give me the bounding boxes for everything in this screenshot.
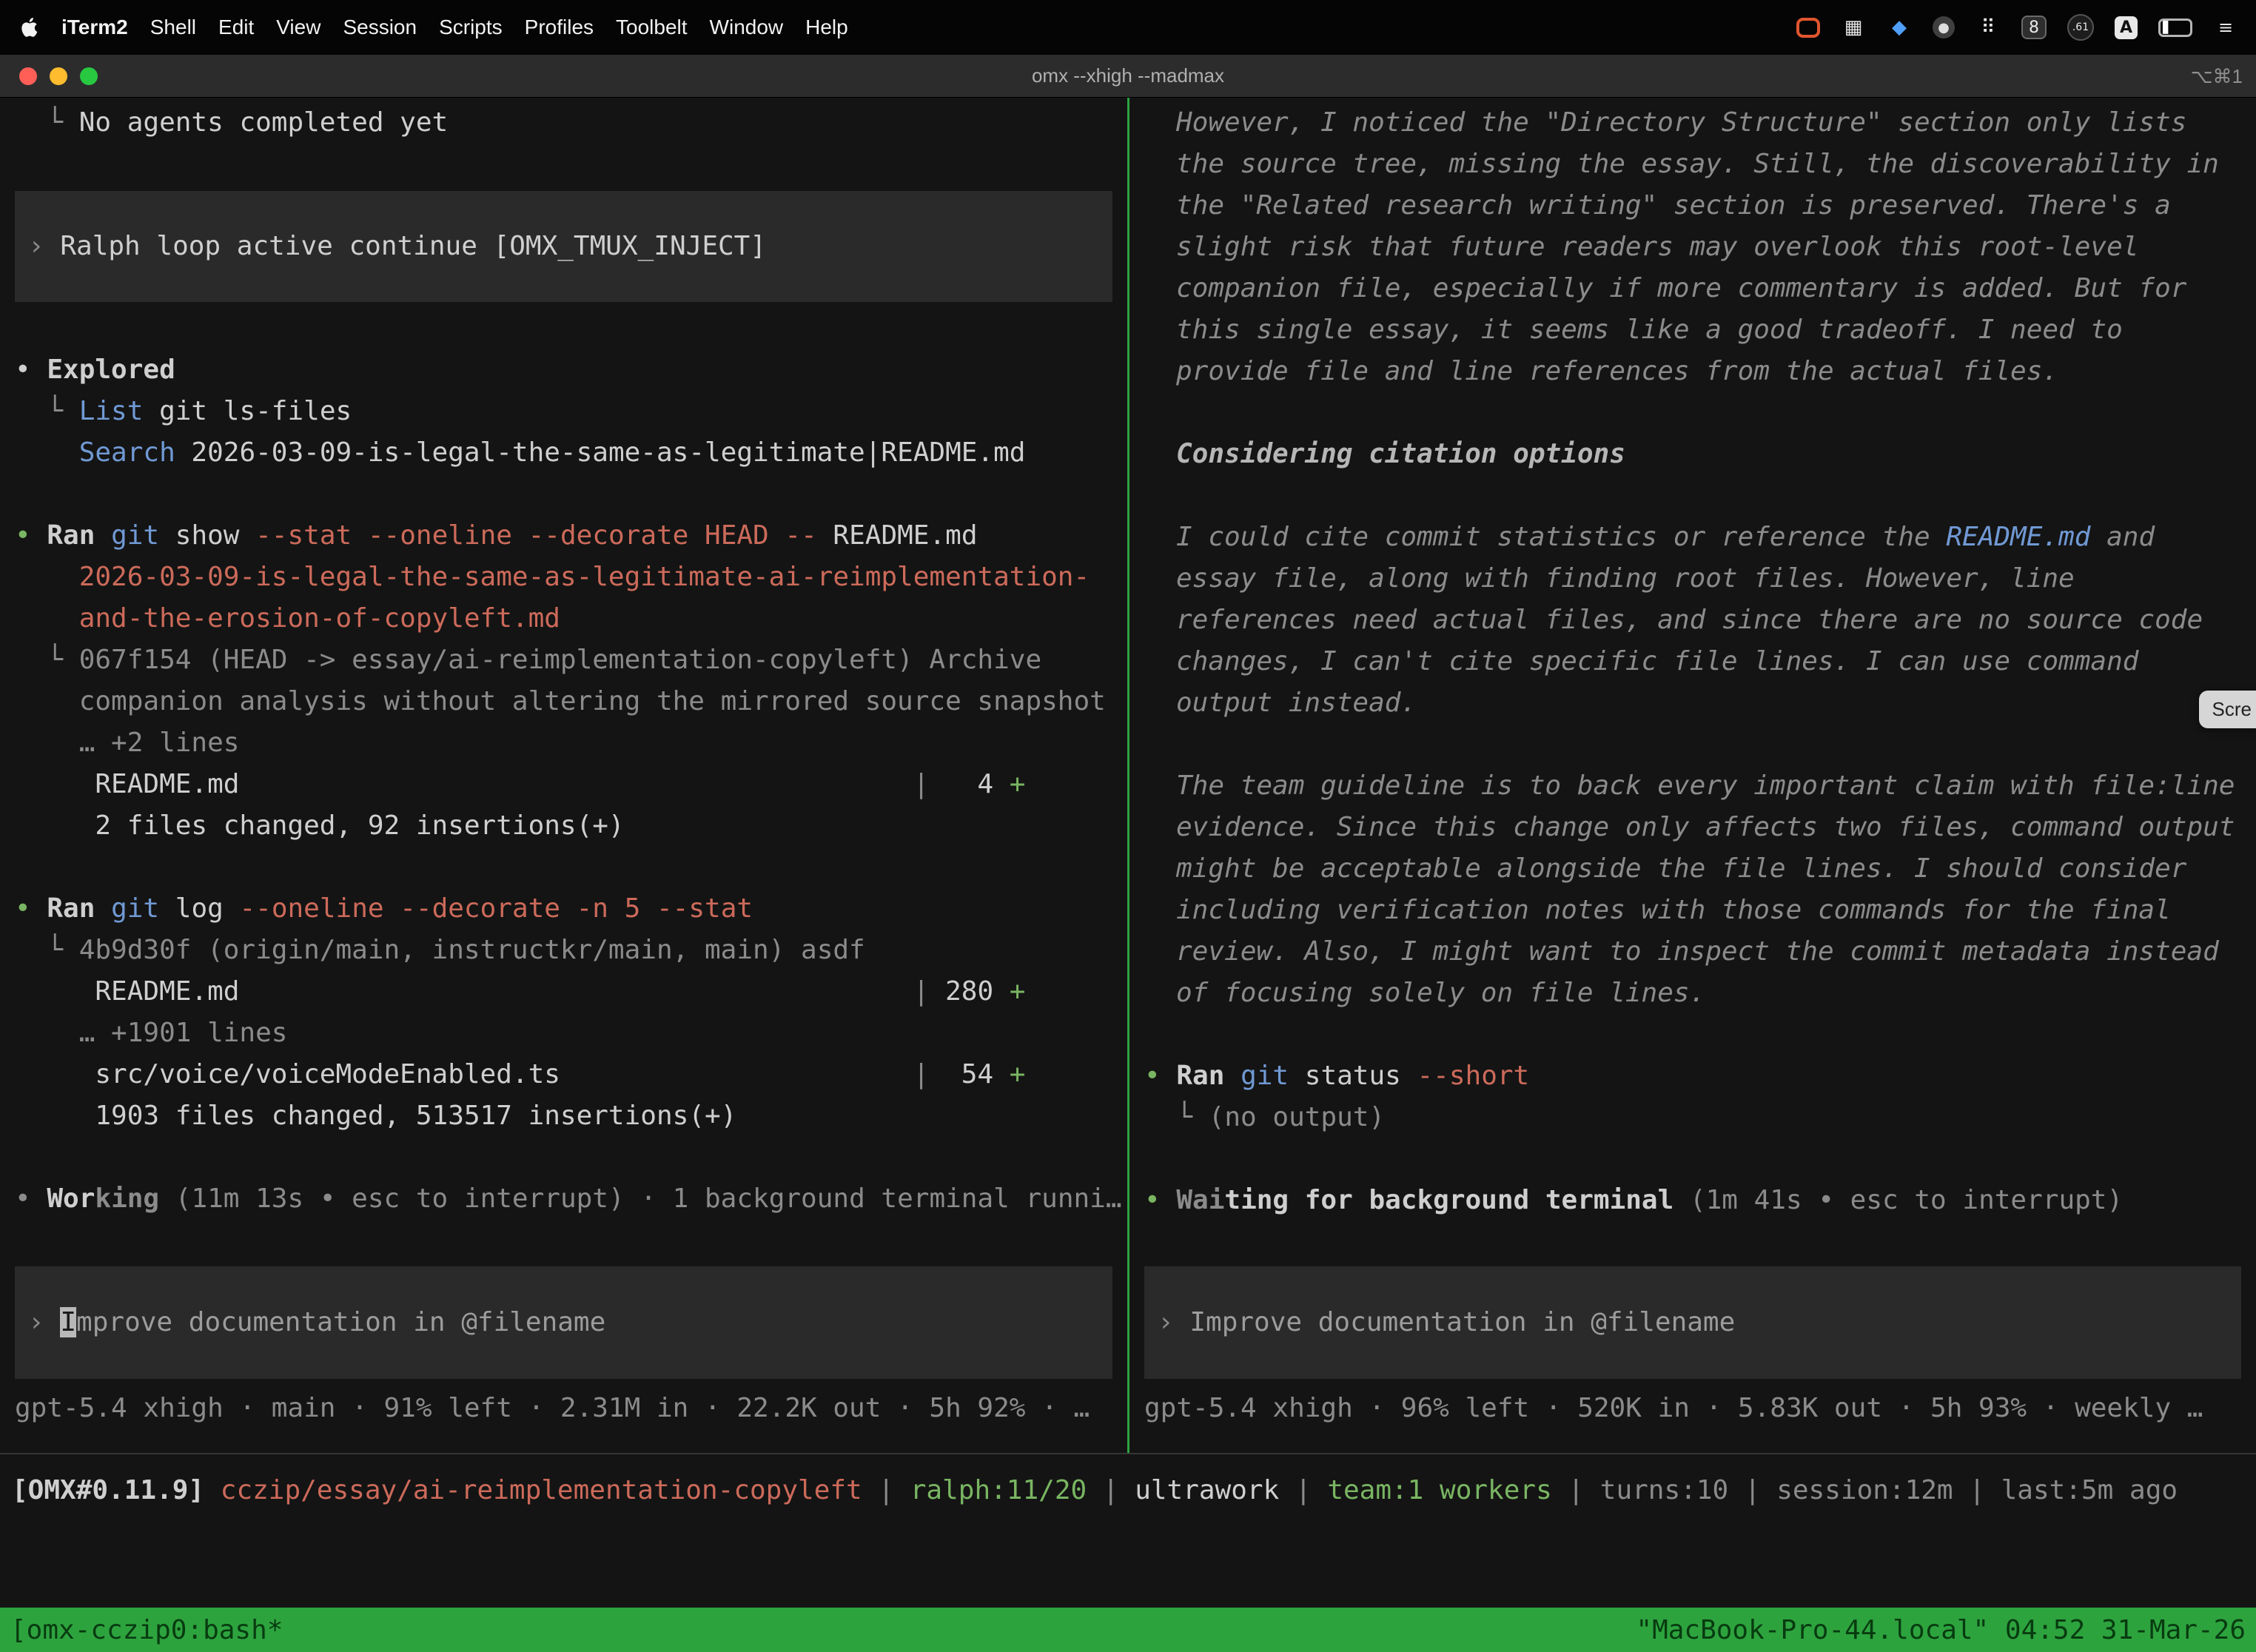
menu-item-profiles[interactable]: Profiles <box>514 16 605 39</box>
agents-summary: └ No agents completed yet <box>15 102 1127 144</box>
screen-share-overlay-button[interactable]: Scre <box>2199 691 2256 728</box>
terminal-line: README.md | 4 + <box>15 764 1127 805</box>
reasoning-paragraph: However, I noticed the "Directory Struct… <box>1176 102 2237 392</box>
menu-item-scripts[interactable]: Scripts <box>428 16 514 39</box>
omx-status-area: [OMX#0.11.9] cczip/essay/ai-reimplementa… <box>0 1454 2256 1608</box>
tmux-status-bar: [omx-cczip0:bash* "MacBook-Pro-44.local"… <box>0 1608 2256 1652</box>
terminal-line: 2 files changed, 92 insertions(+) <box>15 805 1127 847</box>
apple-menu[interactable] <box>21 16 40 38</box>
menu-bar: iTerm2 ShellEditViewSessionScriptsProfil… <box>0 0 2256 55</box>
terminal-line: └ 4b9d30f (origin/main, instructkr/main,… <box>15 930 1127 971</box>
terminal-line: Search 2026-03-09-is-legal-the-same-as-l… <box>15 432 1127 474</box>
terminal-line: └ 067f154 (HEAD -> essay/ai-reimplementa… <box>15 639 1127 681</box>
menu-item-help[interactable]: Help <box>794 16 859 39</box>
zoom-button[interactable] <box>80 67 98 85</box>
battery-icon[interactable]: ▋ <box>2158 19 2192 37</box>
left-pane[interactable]: └ No agents completed yet › Ralph loop a… <box>0 98 1127 1453</box>
raycast-icon[interactable]: ◆ <box>1887 15 1912 40</box>
terminal-line <box>15 847 1127 888</box>
prompt-input[interactable]: › Improve documentation in @filename <box>1144 1266 2241 1379</box>
desktop: iTerm2 ShellEditViewSessionScriptsProfil… <box>0 0 2256 1652</box>
menu-item-view[interactable]: View <box>265 16 332 39</box>
menu-item-toolbelt[interactable]: Toolbelt <box>605 16 699 39</box>
screen-recording-icon[interactable] <box>1796 18 1820 38</box>
terminal-line: └ (no output) <box>1144 1097 2256 1138</box>
traffic-lights <box>19 67 98 85</box>
model-status-line: gpt-5.4 xhigh · main · 91% left · 2.31M … <box>15 1388 1127 1429</box>
tmux-host-clock: "MacBook-Pro-44.local" 04:52 31-Mar-26 <box>1636 1615 2246 1645</box>
apple-icon <box>21 16 40 38</box>
menu-status-icons: ▦ ◆ ● ⠿ 8 .61 A ▋ ≡ <box>1796 14 2238 41</box>
shortcuts-icon[interactable]: ● <box>1933 16 1955 38</box>
terminal-line: 2026-03-09-is-legal-the-same-as-legitima… <box>15 557 1127 598</box>
menu-item-window[interactable]: Window <box>699 16 795 39</box>
menu-items: ShellEditViewSessionScriptsProfilesToolb… <box>139 16 859 39</box>
input-source-icon[interactable]: A <box>2115 16 2138 39</box>
terminal-line <box>15 1137 1127 1178</box>
battery-percent-icon[interactable]: .61 <box>2067 14 2094 41</box>
keycastr-icon[interactable]: 8 <box>2021 16 2047 39</box>
keyboard-grid-icon[interactable]: ▦ <box>1841 15 1866 40</box>
terminal-line: • Ran git show --stat --oneline --decora… <box>15 515 1127 557</box>
terminal-line <box>1144 1138 2256 1180</box>
control-center-icon[interactable]: ≡ <box>2213 15 2238 40</box>
window-title: omx --xhigh --madmax <box>1032 64 1224 87</box>
iterm-window: omx --xhigh --madmax ⌥⌘1 └ No agents com… <box>0 55 2256 1652</box>
terminal-line: • Ran git status --short <box>1144 1055 2256 1097</box>
menu-item-shell[interactable]: Shell <box>139 16 207 39</box>
terminal-line <box>15 474 1127 515</box>
terminal-line: • Waiting for background terminal (1m 41… <box>1144 1180 2256 1221</box>
tab-shortcut-label: ⌥⌘1 <box>2191 55 2243 98</box>
dots-grid-icon[interactable]: ⠿ <box>1975 15 2001 40</box>
omx-session-status: [OMX#0.11.9] cczip/essay/ai-reimplementa… <box>12 1470 2256 1511</box>
menu-item-edit[interactable]: Edit <box>207 16 265 39</box>
terminal-line: • Ran git log --oneline --decorate -n 5 … <box>15 888 1127 930</box>
terminal-line: … +2 lines <box>15 722 1127 764</box>
menu-item-session[interactable]: Session <box>332 16 428 39</box>
reasoning-paragraph: I could cite commit statistics or refere… <box>1176 517 2237 724</box>
minimize-button[interactable] <box>50 67 67 85</box>
terminal-line: src/voice/voiceModeEnabled.ts | 54 + <box>15 1054 1127 1095</box>
terminal-line: • Working (11m 13s • esc to interrupt) ·… <box>15 1178 1127 1220</box>
tmux-panes: └ No agents completed yet › Ralph loop a… <box>0 98 2256 1453</box>
terminal-line: README.md | 280 + <box>15 971 1127 1013</box>
reasoning-paragraph: The team guideline is to back every impo… <box>1176 765 2237 1014</box>
terminal-line: … +1901 lines <box>15 1013 1127 1054</box>
close-button[interactable] <box>19 67 37 85</box>
reasoning-heading: Considering citation options <box>1176 434 2237 475</box>
ralph-inject-banner: › Ralph loop active continue [OMX_TMUX_I… <box>15 191 1112 302</box>
model-status-line: gpt-5.4 xhigh · 96% left · 520K in · 5.8… <box>1144 1388 2256 1429</box>
terminal-line: • Explored <box>15 349 1127 391</box>
window-titlebar[interactable]: omx --xhigh --madmax ⌥⌘1 <box>0 55 2256 98</box>
terminal-line: └ List git ls-files <box>15 391 1127 432</box>
agent-transcript: • Ran git status --short └ (no output) •… <box>1144 1055 2256 1221</box>
terminal-line: 1903 files changed, 513517 insertions(+) <box>15 1095 1127 1137</box>
menu-app-name[interactable]: iTerm2 <box>50 16 139 39</box>
right-pane[interactable]: However, I noticed the "Directory Struct… <box>1129 98 2256 1453</box>
prompt-input[interactable]: › Improve documentation in @filename <box>15 1266 1112 1379</box>
terminal-line: and-the-erosion-of-copyleft.md <box>15 598 1127 639</box>
terminal-line: └ No agents completed yet <box>15 102 1127 144</box>
agent-transcript: • Explored └ List git ls-files Search 20… <box>15 349 1127 1220</box>
tmux-session-window[interactable]: [omx-cczip0:bash* <box>10 1615 283 1645</box>
terminal-line: companion analysis without altering the … <box>15 681 1127 722</box>
